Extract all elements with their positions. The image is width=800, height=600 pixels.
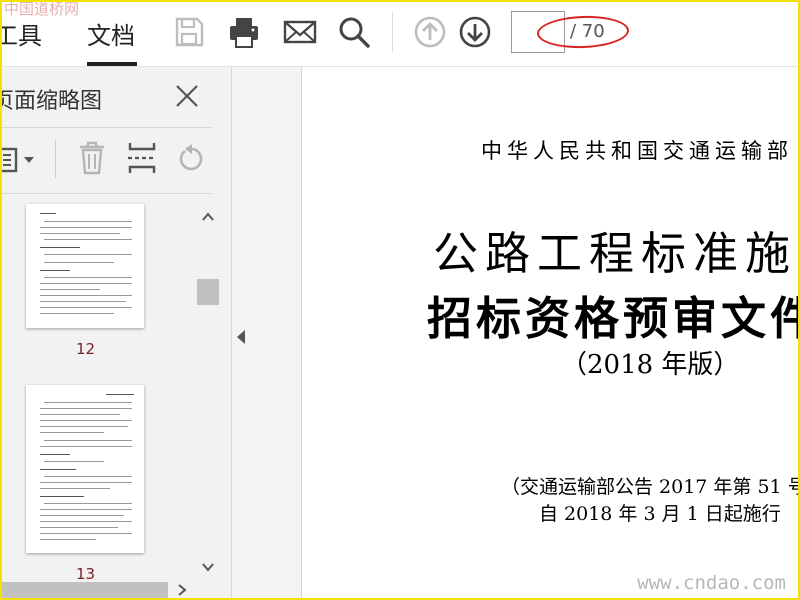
thumbnail-options-icon [0,147,34,173]
print-button[interactable] [226,14,262,50]
close-sidebar-button[interactable] [172,81,202,111]
active-tab-indicator [87,62,137,66]
previous-page-button[interactable] [412,14,448,50]
close-icon [176,85,198,107]
tab-document[interactable]: 文档 [87,16,135,51]
arrow-up-icon [414,16,446,48]
next-page-button[interactable] [457,14,493,50]
thumbnail-sidebar: 页面缩略图 12 13 [0,67,232,600]
scroll-down-button[interactable] [195,554,221,580]
sidebar-title: 页面缩略图 [0,89,103,114]
sidebar-toolbar-separator [55,140,56,178]
email-button[interactable] [282,14,318,50]
issuing-authority: 中华人民共和国交通运输部 [481,139,793,163]
tab-tools[interactable]: 工具 [0,16,42,51]
announcement-number: （交通运输部公告 2017 年第 51 号） [501,476,800,498]
collapse-left-icon [237,330,245,344]
delete-page-button[interactable] [76,139,108,177]
save-button[interactable] [171,14,207,50]
thumbnail-horizontal-scrollbar[interactable] [0,580,196,600]
thumbnail-vertical-scrollbar[interactable] [195,204,221,580]
extract-icon [128,143,156,173]
delete-icon [80,141,104,175]
watermark-url: www.cndao.com [637,572,786,594]
document-title-line-1: 公路工程标准施工 [433,227,800,280]
page-thumbnail[interactable] [26,385,144,553]
page-thumbnail[interactable] [26,204,144,328]
chevron-up-icon [202,212,214,221]
scroll-up-button[interactable] [195,204,221,230]
thumbnail-page-number: 12 [76,340,96,358]
rotate-icon [179,144,203,171]
sidebar-collapse-handle[interactable] [232,67,302,600]
thumbnail-options-button[interactable] [0,145,40,175]
scrollbar-thumb[interactable] [197,279,219,305]
save-icon [175,17,204,47]
sidebar-divider [0,193,212,194]
scrollbar-thumb[interactable] [0,582,168,598]
chevron-right-icon [178,584,187,596]
document-title-line-2: 招标资格预审文件 [427,292,800,345]
toolbar-separator [392,12,393,52]
effective-date: 自 2018 年 3 月 1 日起施行 [539,503,781,525]
document-page: 中华人民共和国交通运输部 公路工程标准施工 招标资格预审文件 （2018 年版）… [303,67,800,600]
print-icon [230,18,258,48]
email-icon [283,20,317,44]
chevron-down-icon [202,563,214,572]
extract-page-button[interactable] [126,139,158,177]
watermark-logo: 中国道桥网 [4,0,80,18]
toolbar: 工具 文档 / 70 [0,0,800,67]
scroll-right-button[interactable] [172,580,192,600]
rotate-page-button[interactable] [176,141,208,177]
arrow-down-icon [459,16,491,48]
search-button[interactable] [336,14,372,50]
search-icon [339,17,370,48]
sidebar-divider [0,127,212,128]
document-edition: （2018 年版） [561,350,740,380]
